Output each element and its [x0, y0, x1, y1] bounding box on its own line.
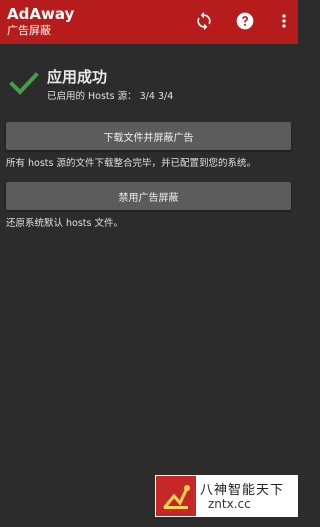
app-bar: AdAway 广告屏蔽	[0, 0, 298, 44]
status-title: 应用成功	[47, 68, 108, 86]
watermark-text: 八神智能天下	[200, 483, 285, 498]
download-description: 所有 hosts 源的文件下载整合完毕，并已配置到您的系统。	[6, 158, 256, 169]
disable-blocking-label: 禁用广告屏蔽	[118, 192, 179, 204]
hosts-status-line: 已启用的 Hosts 源： 3/4 3/4	[47, 91, 174, 102]
main-content: 应用成功 已启用的 Hosts 源： 3/4 3/4 下载文件并屏蔽广告 所有 …	[0, 44, 298, 527]
download-and-block-button[interactable]: 下载文件并屏蔽广告	[6, 122, 291, 150]
watermark-logo	[156, 476, 196, 516]
app-title: AdAway	[7, 5, 75, 23]
check-icon	[9, 68, 39, 98]
refresh-icon[interactable]	[193, 10, 215, 32]
more-vert-icon[interactable]	[273, 10, 295, 32]
watermark-url: zntx.cc	[208, 497, 251, 511]
app-subtitle: 广告屏蔽	[7, 24, 51, 37]
disable-description: 还原系统默认 hosts 文件。	[6, 218, 123, 229]
watermark: 八神智能天下 zntx.cc	[155, 475, 298, 517]
help-icon[interactable]	[234, 10, 256, 32]
disable-blocking-button[interactable]: 禁用广告屏蔽	[6, 182, 291, 210]
download-and-block-label: 下载文件并屏蔽广告	[103, 132, 194, 144]
